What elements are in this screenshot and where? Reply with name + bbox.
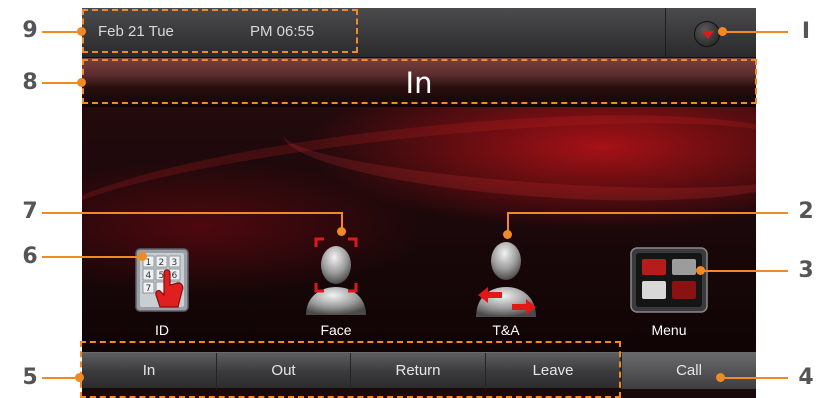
- callout-leader: [42, 82, 80, 84]
- callout-number: 9: [22, 18, 38, 43]
- callout-leader: [42, 256, 142, 258]
- status-bar-divider: [665, 8, 666, 58]
- keypad-digit: 4: [146, 271, 152, 281]
- menu-label: Menu: [651, 322, 687, 338]
- keypad-digit: 1: [146, 258, 152, 268]
- id-label: ID: [155, 322, 169, 338]
- face-recognition-icon: [306, 237, 366, 315]
- callout-dot: [337, 227, 346, 236]
- callout-dot: [718, 27, 727, 36]
- callout-leader: [42, 212, 342, 214]
- callout-number: 4: [798, 365, 814, 390]
- menu-grid-icon: [630, 247, 708, 313]
- callout-dot: [75, 373, 84, 382]
- callout-box-function-keys: [80, 341, 621, 398]
- face-label: Face: [320, 322, 352, 338]
- callout-dot: [77, 27, 86, 36]
- ta-label: T&A: [492, 322, 520, 338]
- keypad-digit: 2: [159, 258, 165, 268]
- keypad-digit: 5: [159, 271, 165, 281]
- callout-dot: [696, 266, 705, 275]
- call-button[interactable]: Call: [621, 353, 756, 389]
- callout-dot: [503, 230, 512, 239]
- callout-leader: [724, 31, 788, 33]
- callout-leader: [508, 212, 788, 214]
- callout-box-mode: [82, 59, 757, 104]
- callout-dot: [138, 252, 147, 261]
- keypad-digit: 7: [146, 284, 152, 294]
- keypad-digit: 6: [172, 271, 178, 281]
- callout-number: I: [801, 19, 811, 44]
- ta-button[interactable]: [468, 227, 542, 317]
- callout-number: 3: [798, 258, 814, 283]
- face-button[interactable]: [300, 227, 372, 315]
- callout-number: 7: [22, 199, 38, 224]
- attendance-icon: [476, 242, 536, 317]
- callout-leader: [42, 377, 78, 379]
- callout-box-status: [82, 9, 358, 53]
- callout-leader: [42, 31, 80, 33]
- dropdown-arrow-button[interactable]: [694, 21, 720, 47]
- main-area: 1 2 3 4 5 6 7 ID Face T&A Menu: [82, 107, 756, 352]
- callout-leader: [722, 377, 788, 379]
- callout-leader: [507, 212, 509, 232]
- callout-number: 8: [22, 70, 38, 95]
- callout-number: 5: [22, 365, 38, 390]
- menu-button[interactable]: [630, 247, 708, 313]
- callout-dot: [77, 78, 86, 87]
- callout-number: 6: [22, 244, 38, 269]
- keypad-digit: 3: [172, 258, 178, 268]
- callout-dot: [716, 373, 725, 382]
- callout-number: 2: [798, 199, 814, 224]
- callout-leader: [702, 270, 788, 272]
